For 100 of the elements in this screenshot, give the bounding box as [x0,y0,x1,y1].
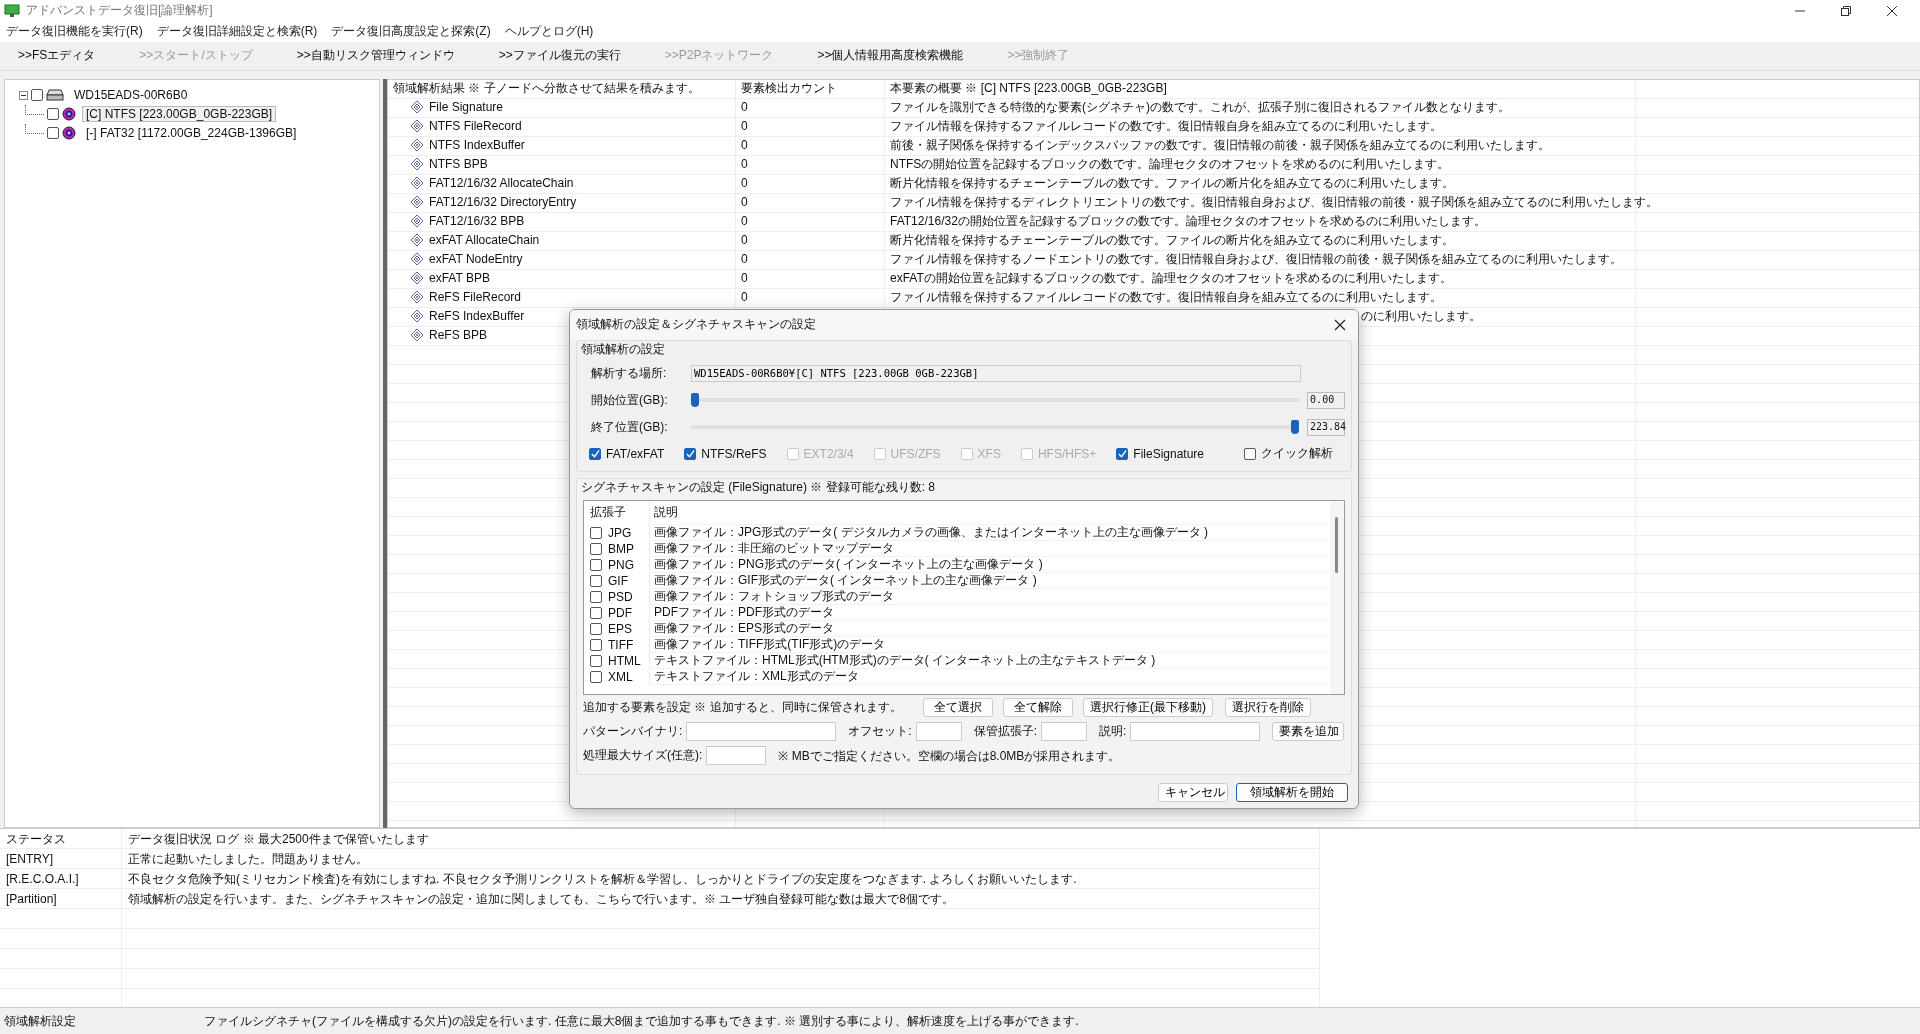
diamond-icon [410,309,424,324]
checkbox[interactable] [590,670,602,683]
checkbox[interactable] [590,574,602,587]
table-cell: TIFF [608,637,634,652]
checkbox-label: FileSignature [1133,446,1204,461]
table-cell: PDF [608,605,632,620]
hint-text: ※ MBでご指定ください。空欄の場合は8.0MBが採用されます。 [778,747,1121,765]
table-cell: 0 [741,252,748,267]
diamond-icon [410,138,424,153]
table-cell: EPS [608,621,632,636]
table-cell: 0 [741,290,748,305]
table-cell: exFAT AllocateChain [429,233,540,248]
diamond-icon [410,119,424,134]
table-cell: exFAT BPB [429,271,490,286]
checkbox[interactable] [684,447,697,460]
column-header[interactable]: 領域解析結果 ※ 子ノードへ分散させて結果を積みます。 [388,79,736,98]
app-icon [4,4,20,18]
add-button[interactable]: 要素を追加 [1272,722,1345,742]
checkbox[interactable] [590,638,602,651]
table-cell: ファイルを識別できる特徴的な要素(シグネチャ)の数です。これが、拡張子別に復旧されるファイル数となります。 [890,98,1510,116]
value-field[interactable]: 223.84 [1307,418,1345,436]
diamond-icon [410,100,424,115]
toolbar-button[interactable]: >>ファイル復元の実行 [498,47,621,65]
location-field[interactable]: WD15EADS-00R6B0¥[C] NTFS [223.00GB_0GB-223GB] [691,364,1301,382]
table-cell: 画像ファイル：GIF形式のデータ( インターネット上の主な画像データ ) [654,571,1037,589]
checkbox[interactable] [590,590,602,603]
checkbox-label: XFS [977,446,1001,461]
checkbox-label: UFS/ZFS [890,446,941,461]
table-cell: ReFS BPB [429,328,488,343]
status-section: 領域解析設定 [0,1012,200,1030]
column-header[interactable]: 要素検出カウント [736,79,885,98]
input-field[interactable] [1041,722,1088,742]
checkbox[interactable] [47,127,59,140]
dialog-button[interactable]: キャンセル [1158,782,1228,802]
checkbox[interactable] [31,89,43,102]
column-header[interactable]: 本要素の概要 ※ [C] NTFS [223.00GB_0GB-223GB] [885,79,1636,98]
tree-item[interactable]: [-] FAT32 [1172.00GB_224GB-1396GB] [82,125,301,142]
action-button[interactable]: 選択行を削除 [1225,698,1311,718]
table-cell: 0 [741,157,748,172]
diamond-icon [410,195,424,210]
action-button[interactable]: 選択行修正(最下移動) [1083,698,1213,718]
diamond-icon [410,157,424,172]
column-header[interactable]: データ復旧状況 ログ ※ 最大2500件まで保管いたします [122,829,1320,850]
table-cell: 画像ファイル：JPG形式のデータ( デジタルカメラの画像、またはインターネット上の主な画像データ ) [654,523,1208,541]
checkbox-label: クイック解析 [1261,445,1333,463]
checkbox[interactable] [590,526,602,539]
table-cell: [R.E.C.O.A.I.] [6,872,79,887]
tree-item[interactable]: [C] NTFS [223.00GB_0GB-223GB] [82,106,277,123]
table-cell: GIF [608,573,628,588]
menu-item[interactable]: ヘルプとログ(H) [504,23,594,41]
close-icon[interactable] [1886,5,1898,17]
menu-item[interactable]: データ復旧機能を実行(R) [6,23,143,41]
menu-item[interactable]: データ復旧高度設定と探索(Z) [331,23,491,41]
column-header[interactable]: 拡張子 [584,500,650,525]
table-cell: 画像ファイル：PNG形式のデータ( インターネット上の主な画像データ ) [654,555,1043,573]
input-field[interactable] [915,722,962,742]
toolbar-button[interactable]: >>自動リスク管理ウィンドウ [296,47,455,65]
checkbox[interactable] [590,558,602,571]
column-header[interactable]: 説明 [650,500,1328,526]
action-button[interactable]: 全て解除 [1003,698,1073,718]
menu-item[interactable]: データ復旧詳細設定と検索(R) [156,23,318,41]
field-label: オフセット: [848,723,912,741]
table-cell: 0 [741,176,748,191]
hard-drive-icon [46,89,64,102]
table-cell: PSD [608,589,633,604]
checkbox[interactable] [590,606,602,619]
field-label: 終了位置(GB): [590,418,669,436]
close-icon[interactable] [1334,318,1346,331]
dialog-button[interactable]: 領域解析を開始 [1236,782,1348,802]
slider-thumb[interactable] [1291,420,1299,435]
scrollbar[interactable] [1330,500,1344,694]
input-field[interactable] [1130,722,1261,742]
table-cell: [Partition] [6,892,57,907]
input-field[interactable] [686,722,837,742]
group-title: 領域解析の設定 [581,340,666,358]
restore-icon[interactable] [1840,5,1852,17]
checkbox[interactable] [1244,447,1256,460]
field-label: 説明: [1099,723,1127,741]
collapse-icon[interactable] [19,90,28,100]
action-button[interactable]: 全て選択 [923,698,993,718]
checkbox[interactable] [590,654,602,667]
checkbox[interactable] [590,542,602,555]
table-cell: 0 [741,100,748,115]
checkbox[interactable] [589,447,601,460]
toolbar-button[interactable]: >>FSエディタ [18,47,96,65]
column-header[interactable]: ステータス [0,829,122,850]
toolbar-button[interactable]: >>個人情報用高度検索機能 [817,47,964,65]
table-cell: NTFS FileRecord [429,119,522,134]
table-cell: 0 [741,195,748,210]
checkbox[interactable] [590,622,602,635]
table-cell: 0 [741,138,748,153]
slider-thumb[interactable] [690,393,699,408]
table-cell: 領域解析の設定を行います。また、シグネチャスキャンの設定・追加に関しましても、こちらで行います。※ ユーザ独自登録可能な数は最大で8個です。 [128,890,954,908]
checkbox[interactable] [47,108,59,121]
section-label: 追加する要素を設定 ※ 追加すると、同時に保管されます。 [583,699,903,717]
tree-item[interactable]: WD15EADS-00R6B0 [70,87,192,104]
value-field[interactable]: 0.00 [1307,391,1345,409]
checkbox-label: EXT2/3/4 [803,446,854,461]
checkbox[interactable] [1116,447,1129,460]
input-field[interactable] [706,746,767,766]
